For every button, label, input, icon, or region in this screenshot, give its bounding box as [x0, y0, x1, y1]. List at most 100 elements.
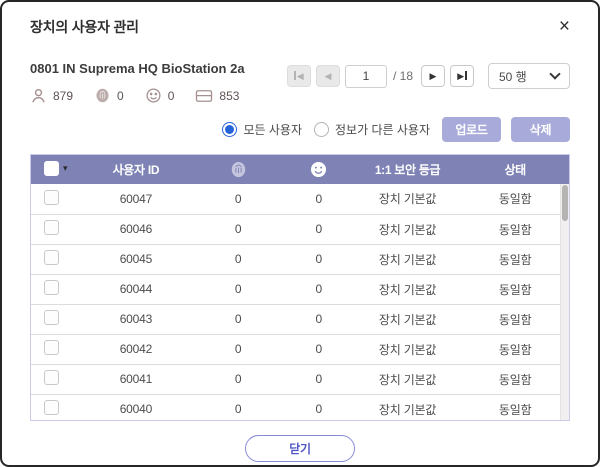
fingerprint-cell: 0 [192, 274, 283, 304]
dialog-footer: 닫기 [30, 435, 570, 462]
fingerprint-cell: 0 [192, 304, 283, 334]
close-icon[interactable]: × [559, 17, 570, 36]
table-row[interactable]: 60044 0 0 장치 기본값 동일함 [31, 274, 569, 304]
table-row[interactable]: 60043 0 0 장치 기본값 동일함 [31, 304, 569, 334]
row-checkbox[interactable] [44, 190, 59, 205]
status-cell: 동일함 [461, 304, 569, 334]
delete-button[interactable]: 삭제 [511, 117, 570, 142]
radio-all-users-circle[interactable] [222, 122, 237, 137]
face-cell: 0 [284, 304, 354, 334]
security-level-cell: 장치 기본값 [354, 394, 462, 421]
status-cell: 동일함 [461, 184, 569, 214]
user-id-cell: 60045 [79, 244, 192, 274]
face-cell: 0 [284, 214, 354, 244]
security-level-cell: 장치 기본값 [354, 334, 462, 364]
row-checkbox-cell [31, 394, 79, 421]
select-all-header: ▾ [31, 155, 79, 184]
user-count: 879 [30, 87, 73, 104]
next-page-icon: ▶ [430, 71, 437, 82]
security-level-cell: 장치 기본값 [354, 274, 462, 304]
user-id-cell: 60043 [79, 304, 192, 334]
radio-different-info-label: 정보가 다른 사용자 [335, 121, 430, 138]
prev-page-button[interactable]: ◀ [316, 65, 340, 87]
row-checkbox[interactable] [44, 370, 59, 385]
table-row[interactable]: 60041 0 0 장치 기본값 동일함 [31, 364, 569, 394]
rows-per-page-select[interactable]: 50 행 [488, 63, 570, 89]
checkbox-dropdown-icon[interactable]: ▾ [63, 163, 67, 174]
device-counts: 879 0 0 853 [30, 87, 245, 104]
dialog-title: 장치의 사용자 관리 [30, 17, 139, 37]
row-checkbox[interactable] [44, 310, 59, 325]
status-cell: 동일함 [461, 244, 569, 274]
row-checkbox[interactable] [44, 250, 59, 265]
prev-page-icon: ◀ [325, 71, 332, 82]
face-count-value: 0 [168, 89, 175, 103]
row-checkbox-cell [31, 244, 79, 274]
row-checkbox[interactable] [44, 280, 59, 295]
face-cell: 0 [284, 334, 354, 364]
upload-button[interactable]: 업로드 [442, 117, 501, 142]
row-checkbox-cell [31, 364, 79, 394]
radio-all-users-label: 모든 사용자 [243, 121, 302, 138]
row-checkbox-cell [31, 274, 79, 304]
table-scrollbar-track[interactable] [560, 184, 569, 420]
radio-all-users[interactable]: 모든 사용자 [222, 121, 302, 138]
security-level-cell: 장치 기본값 [354, 214, 462, 244]
radio-different-info-users[interactable]: 정보가 다른 사용자 [314, 121, 430, 138]
header-user-id: 사용자 ID [79, 155, 192, 184]
table-row[interactable]: 60045 0 0 장치 기본값 동일함 [31, 244, 569, 274]
user-count-value: 879 [53, 89, 73, 103]
table-body: 60047 0 0 장치 기본값 동일함 60046 0 0 장치 기본값 동일… [31, 184, 569, 421]
header-status: 상태 [461, 155, 569, 184]
select-all-checkbox[interactable]: ▾ [44, 161, 67, 176]
table-row[interactable]: 60046 0 0 장치 기본값 동일함 [31, 214, 569, 244]
table-row[interactable]: 60040 0 0 장치 기본값 동일함 [31, 394, 569, 421]
face-column-icon [309, 160, 328, 179]
header-fingerprint [192, 155, 283, 184]
security-level-cell: 장치 기본값 [354, 364, 462, 394]
last-page-button[interactable]: ▶ [450, 65, 474, 87]
row-checkbox-cell [31, 214, 79, 244]
user-table: ▾ 사용자 ID 1:1 보안 등급 상태 60047 0 0 [31, 155, 569, 421]
table-header-row: ▾ 사용자 ID 1:1 보안 등급 상태 [31, 155, 569, 184]
device-user-management-dialog: 장치의 사용자 관리 × 0801 IN Suprema HQ BioStati… [0, 0, 600, 467]
first-page-button[interactable]: ◀ [287, 65, 311, 87]
user-id-cell: 60042 [79, 334, 192, 364]
table-row[interactable]: 60042 0 0 장치 기본값 동일함 [31, 334, 569, 364]
fingerprint-cell: 0 [192, 364, 283, 394]
status-cell: 동일함 [461, 334, 569, 364]
user-icon [30, 87, 47, 104]
fingerprint-cell: 0 [192, 334, 283, 364]
status-cell: 동일함 [461, 274, 569, 304]
row-checkbox[interactable] [44, 220, 59, 235]
row-checkbox[interactable] [44, 400, 59, 415]
close-button[interactable]: 닫기 [245, 435, 355, 462]
face-cell: 0 [284, 244, 354, 274]
titlebar: 장치의 사용자 관리 × [30, 2, 570, 37]
status-cell: 동일함 [461, 214, 569, 244]
row-checkbox-cell [31, 184, 79, 214]
table-row[interactable]: 60047 0 0 장치 기본값 동일함 [31, 184, 569, 214]
filter-row: 모든 사용자 정보가 다른 사용자 업로드 삭제 [30, 117, 570, 142]
face-count: 0 [145, 87, 175, 104]
device-name: 0801 IN Suprema HQ BioStation 2a [30, 61, 245, 76]
status-cell: 동일함 [461, 364, 569, 394]
header-face [284, 155, 354, 184]
security-level-cell: 장치 기본값 [354, 184, 462, 214]
face-cell: 0 [284, 184, 354, 214]
page-number-input[interactable] [345, 65, 387, 88]
table-scrollbar-thumb[interactable] [562, 185, 568, 221]
chevron-down-icon [549, 68, 560, 79]
user-id-cell: 60046 [79, 214, 192, 244]
header-security-level: 1:1 보안 등급 [354, 155, 462, 184]
status-cell: 동일함 [461, 394, 569, 421]
next-page-button[interactable]: ▶ [421, 65, 445, 87]
rows-per-page-value: 50 행 [499, 68, 527, 85]
checkbox-box[interactable] [44, 161, 59, 176]
fingerprint-cell: 0 [192, 184, 283, 214]
fingerprint-cell: 0 [192, 214, 283, 244]
radio-different-info-circle[interactable] [314, 122, 329, 137]
fingerprint-cell: 0 [192, 244, 283, 274]
row-checkbox[interactable] [44, 340, 59, 355]
row-checkbox-cell [31, 334, 79, 364]
